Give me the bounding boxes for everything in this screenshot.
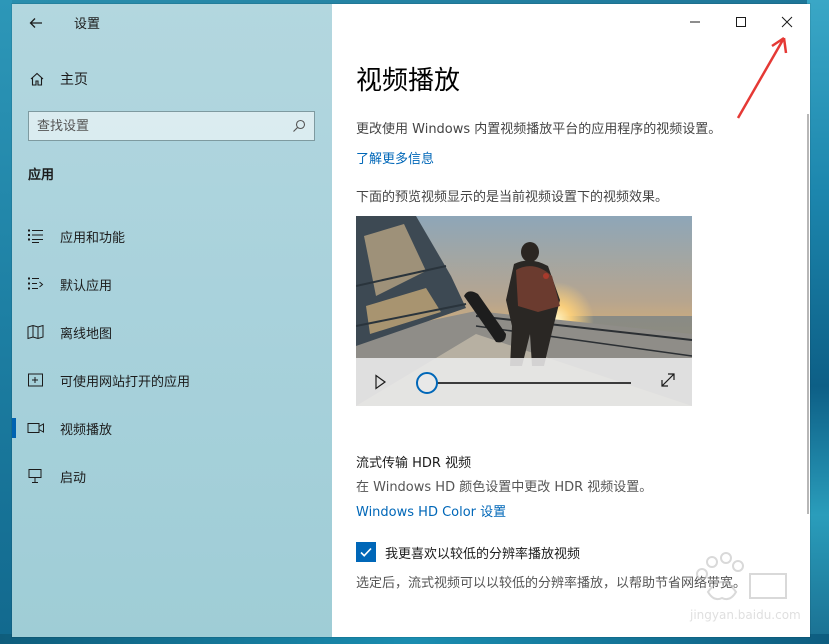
map-icon [26,322,46,342]
sidebar-item-label: 视频播放 [60,422,113,438]
maximize-button[interactable] [718,4,764,40]
preview-description: 下面的预览视频显示的是当前视频设置下的视频效果。 [356,190,669,205]
page-description: 更改使用 Windows 内置视频播放平台的应用程序的视频设置。 [356,122,722,137]
search-input[interactable] [37,118,292,134]
learn-more-link[interactable]: 了解更多信息 [356,148,434,167]
back-button[interactable] [22,10,50,36]
sidebar-item-label: 应用和功能 [60,230,126,246]
checkmark-icon [360,547,372,557]
low-resolution-label: 我更喜欢以较低的分辨率播放视频 [385,546,581,562]
back-arrow-icon [29,18,42,28]
settings-window: 设置 主页 应用 [12,4,810,637]
video-preview[interactable] [356,216,692,406]
sidebar-item-label: 可使用网站打开的应用 [60,374,191,390]
title-bar-left: 设置 [12,4,332,42]
sidebar-item-apps-features[interactable]: 应用和功能 [12,212,332,260]
search-box[interactable] [28,111,315,141]
fullscreen-icon [661,373,675,387]
fullscreen-button[interactable] [658,370,678,390]
website-apps-icon [26,370,46,390]
seek-bar[interactable] [428,382,631,384]
desktop-wallpaper-right [807,0,829,644]
scrollbar[interactable] [807,114,809,514]
close-button[interactable] [764,4,810,40]
section-label-apps: 应用 [28,168,55,183]
sidebar-item-label: 启动 [60,470,87,486]
home-icon [26,71,48,87]
maximize-icon [736,17,746,27]
sidebar: 设置 主页 应用 [12,4,332,637]
page-title: 视频播放 [356,66,461,96]
sidebar-item-label: 默认应用 [60,278,113,294]
search-icon[interactable] [292,119,306,133]
hd-color-settings-link[interactable]: Windows HD Color 设置 [356,501,506,520]
video-controls [356,358,692,406]
home-label: 主页 [60,72,88,88]
app-title: 设置 [74,17,101,32]
hdr-section-title: 流式传输 HDR 视频 [356,456,472,471]
desktop-wallpaper-left [0,0,12,644]
sidebar-item-default-apps[interactable]: 默认应用 [12,260,332,308]
hdr-description: 在 Windows HD 颜色设置中更改 HDR 视频设置。 [356,480,653,495]
minimize-icon [690,21,700,23]
sidebar-item-apps-for-websites[interactable]: 可使用网站打开的应用 [12,356,332,404]
close-icon [781,16,793,28]
startup-icon [26,466,46,486]
low-resolution-option[interactable]: 我更喜欢以较低的分辨率播放视频 [356,542,580,562]
default-apps-icon [26,274,46,294]
sidebar-item-startup[interactable]: 启动 [12,452,332,500]
play-button[interactable] [370,372,390,392]
sidebar-item-offline-maps[interactable]: 离线地图 [12,308,332,356]
minimize-button[interactable] [672,4,718,40]
sidebar-item-home[interactable]: 主页 [26,66,88,92]
low-resolution-checkbox[interactable] [356,542,376,562]
sidebar-item-label: 离线地图 [60,326,113,342]
window-controls [672,4,810,40]
main-pane: 视频播放 更改使用 Windows 内置视频播放平台的应用程序的视频设置。 了解… [332,4,810,637]
list-icon [26,226,46,246]
low-resolution-description: 选定后，流式视频可以以较低的分辨率播放，以帮助节省网络带宽。 [356,576,747,591]
video-icon [26,418,46,438]
seek-thumb[interactable] [416,372,438,394]
sidebar-item-video-playback[interactable]: 视频播放 [12,404,332,452]
sidebar-nav: 应用和功能 默认应用 离线地图 可使用网站打开的应用 视频播放 启动 [12,212,332,500]
play-icon [375,374,387,390]
